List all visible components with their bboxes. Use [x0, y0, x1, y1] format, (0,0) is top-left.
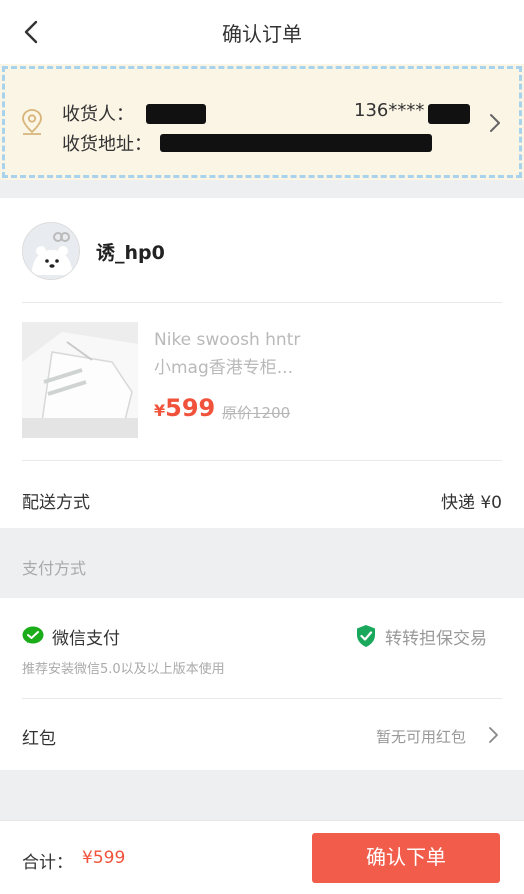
seller-name[interactable]: 诱_hp0 [96, 238, 165, 265]
payment-section: 微信支付 推荐安装微信5.0以及以上版本使用 转转担保交易 红包 暂无可用红包 [0, 598, 524, 770]
red-packet-label[interactable]: 红包 [22, 724, 56, 749]
address-redacted [160, 134, 432, 152]
chevron-right-icon[interactable] [488, 726, 500, 744]
sneaker-image [22, 322, 138, 438]
payment-section-header: 支付方式 [0, 528, 524, 598]
section-gap [0, 180, 524, 198]
wechat-pay-label[interactable]: 微信支付 [52, 624, 120, 649]
receiver-phone: 136**** [354, 100, 425, 121]
escrow-label: 转转担保交易 [385, 629, 487, 649]
product-title-line1: Nike swoosh hntr [154, 330, 301, 350]
divider [22, 460, 502, 461]
product-image[interactable] [22, 322, 138, 438]
product-price: ¥599 [154, 394, 215, 422]
bear-avatar-icon [23, 223, 79, 279]
phone-redacted [428, 104, 470, 124]
currency-symbol: ¥ [154, 401, 166, 420]
location-pin-icon [22, 109, 42, 135]
shipping-value: 快递 ¥0 [440, 493, 502, 513]
wechat-pay-note: 推荐安装微信5.0以及以上版本使用 [22, 662, 225, 677]
receiver-name-redacted [146, 104, 206, 124]
order-card: 诱_hp0 Nike swoosh hntr 小mag香港专柜... ¥599 … [0, 198, 524, 528]
checkout-bar: 合计： ¥599 确认下单 [0, 820, 524, 894]
page-title: 确认订单 [222, 22, 302, 46]
product-title[interactable]: Nike swoosh hntr 小mag香港专柜... [154, 326, 324, 382]
total-value: ¥599 [82, 848, 126, 868]
total-label: 合计： [22, 853, 73, 873]
shield-check-icon [357, 625, 375, 647]
payment-section-title: 支付方式 [22, 559, 87, 578]
shipping-label: 配送方式 [22, 493, 90, 513]
nav-bar: 确认订单 [0, 0, 524, 64]
chevron-right-icon[interactable] [488, 112, 502, 134]
divider [22, 302, 502, 303]
original-price: 原价1200 [222, 404, 291, 422]
price-value: 599 [165, 394, 216, 422]
address-label: 收货地址： [62, 134, 152, 155]
divider [22, 698, 502, 699]
address-card[interactable]: 收货人： 136**** 收货地址： [0, 64, 524, 180]
red-packet-value[interactable]: 暂无可用红包 [376, 726, 466, 747]
wechat-pay-icon [22, 626, 44, 644]
receiver-label: 收货人： [62, 104, 134, 125]
product-title-line2: 小mag香港专柜... [154, 358, 293, 378]
seller-avatar[interactable] [22, 222, 80, 280]
confirm-order-button[interactable]: 确认下单 [312, 833, 500, 883]
